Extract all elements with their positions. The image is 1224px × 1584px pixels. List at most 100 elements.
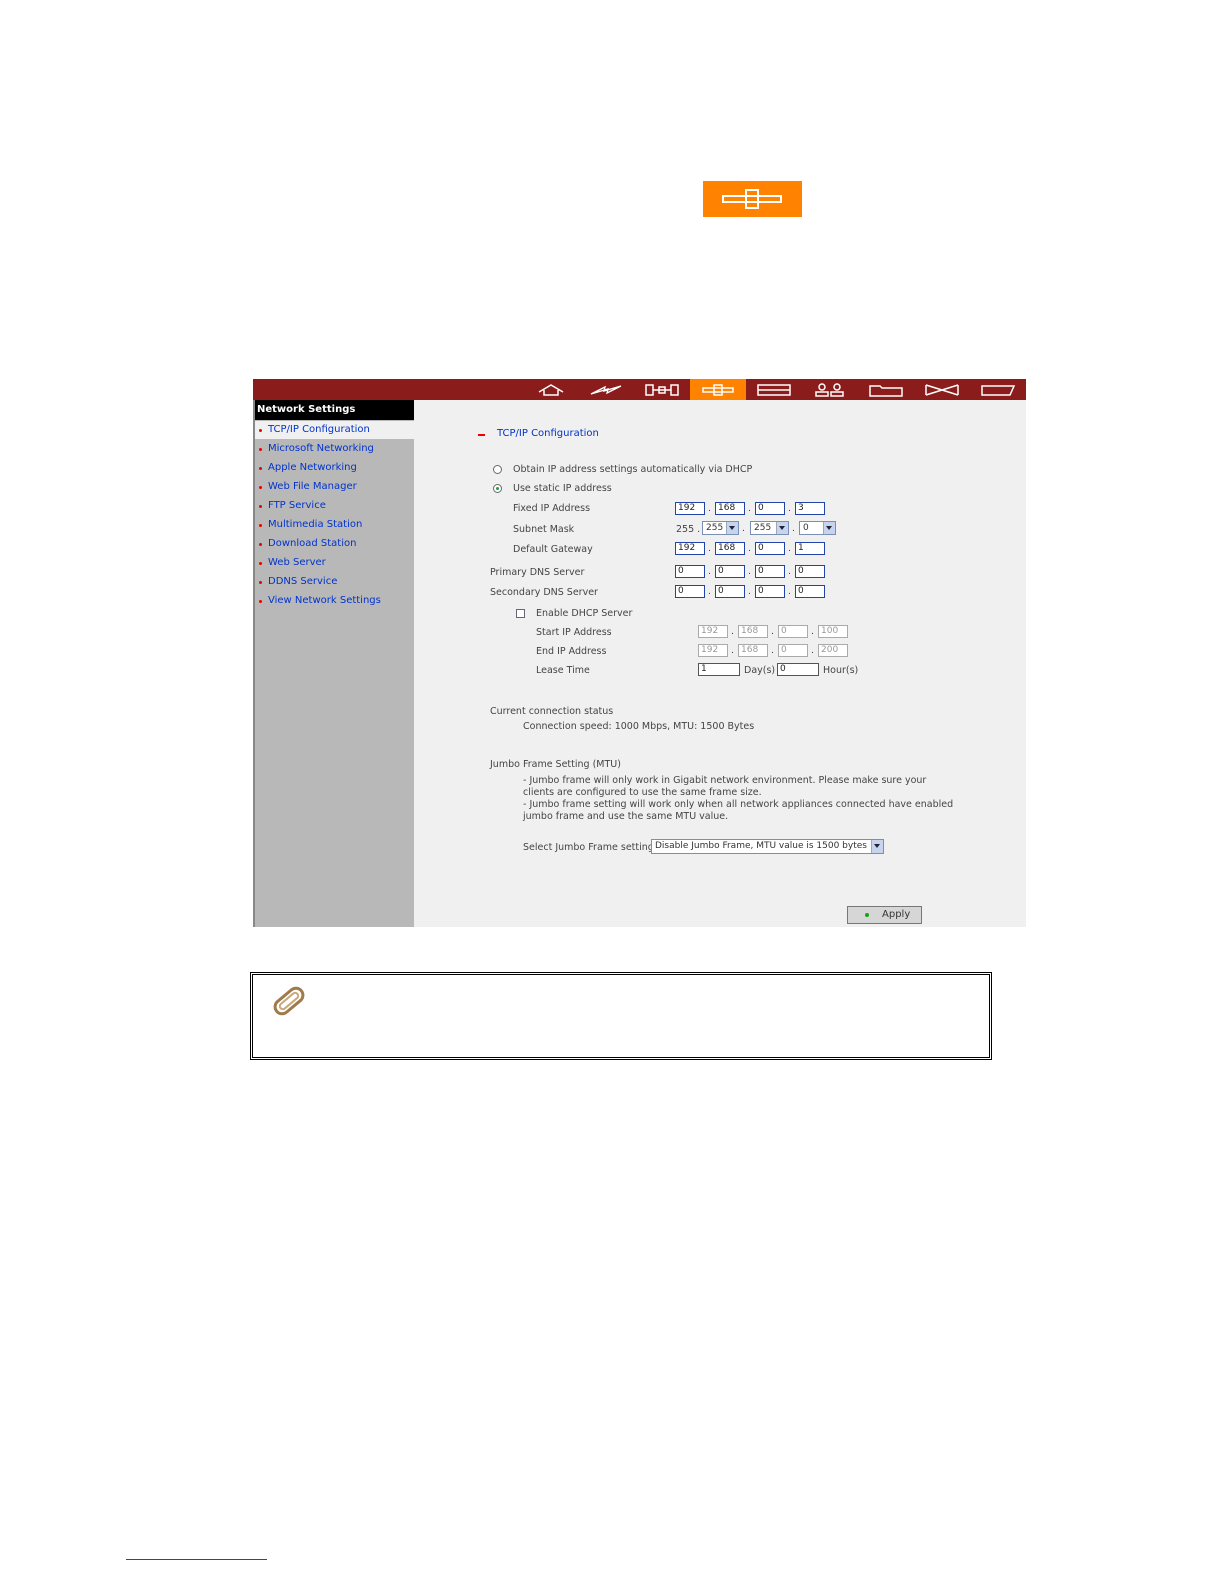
- end-ip-octet-1[interactable]: 192: [698, 644, 728, 657]
- folder-icon[interactable]: [858, 379, 914, 400]
- start-ip-octet-1[interactable]: 192: [698, 625, 728, 638]
- apply-label: Apply: [882, 909, 911, 920]
- chevron-down-icon: [776, 522, 788, 534]
- top-nav-bar: [253, 379, 1026, 400]
- bullet-icon: [259, 600, 262, 603]
- sidebar-item-web-server[interactable]: Web Server: [255, 554, 414, 572]
- lease-time-label: Lease Time: [536, 665, 590, 676]
- ip-separator: .: [788, 544, 791, 554]
- lease-days-input[interactable]: 1: [698, 663, 740, 676]
- sidebar-item-label: Download Station: [268, 538, 357, 549]
- ip-separator: .: [792, 524, 795, 534]
- ip-separator: .: [708, 504, 711, 514]
- dhcp-radio[interactable]: [493, 465, 502, 474]
- gateway-octet-1[interactable]: 192: [675, 542, 705, 555]
- static-ip-radio[interactable]: [493, 484, 502, 493]
- footnote-separator: [126, 1559, 267, 1560]
- primary-dns-octet-1[interactable]: 0: [675, 565, 705, 578]
- secondary-dns-octet-3[interactable]: 0: [755, 585, 785, 598]
- jumbo-note: - Jumbo frame will only work in Gigabit …: [523, 775, 927, 786]
- ip-separator: .: [811, 646, 814, 656]
- bullet-icon: [259, 467, 262, 470]
- ip-separator: .: [771, 627, 774, 637]
- ip-separator: .: [731, 646, 734, 656]
- ip-separator: .: [742, 524, 745, 534]
- sidebar-item-label: Microsoft Networking: [268, 443, 374, 454]
- select-value: 255: [706, 523, 724, 533]
- lightning-icon[interactable]: [578, 379, 634, 400]
- fixed-ip-octet-1[interactable]: 192: [675, 502, 705, 515]
- fixed-ip-octet-2[interactable]: 168: [715, 502, 745, 515]
- bullet-icon: [259, 448, 262, 451]
- secondary-dns-octet-4[interactable]: 0: [795, 585, 825, 598]
- subnet-first-octet: 255 .: [676, 524, 701, 535]
- bullet-icon: [259, 524, 262, 527]
- end-ip-octet-3[interactable]: 0: [778, 644, 808, 657]
- bullet-icon: [259, 562, 262, 565]
- primary-dns-octet-2[interactable]: 0: [715, 565, 745, 578]
- sidebar-item-label: Multimedia Station: [268, 519, 363, 530]
- collapse-icon[interactable]: [478, 434, 485, 436]
- device-icon[interactable]: [746, 379, 802, 400]
- users-icon[interactable]: [802, 379, 858, 400]
- network-icon[interactable]: [690, 379, 746, 400]
- gateway-octet-3[interactable]: 0: [755, 542, 785, 555]
- sidebar-item-apple-networking[interactable]: Apple Networking: [255, 459, 414, 477]
- bullet-icon: [259, 505, 262, 508]
- secondary-dns-label: Secondary DNS Server: [490, 587, 598, 598]
- secondary-dns-octet-1[interactable]: 0: [675, 585, 705, 598]
- sidebar-item-view-network-settings[interactable]: View Network Settings: [255, 592, 414, 610]
- fixed-ip-octet-4[interactable]: 3: [795, 502, 825, 515]
- primary-dns-octet-3[interactable]: 0: [755, 565, 785, 578]
- start-ip-octet-3[interactable]: 0: [778, 625, 808, 638]
- enable-dhcp-checkbox[interactable]: [516, 609, 525, 618]
- ip-separator: .: [748, 587, 751, 597]
- start-ip-octet-4[interactable]: 100: [818, 625, 848, 638]
- sidebar-item-tcpip[interactable]: TCP/IP Configuration: [255, 421, 414, 439]
- tag-icon[interactable]: [970, 379, 1026, 400]
- section-title: TCP/IP Configuration: [497, 428, 599, 439]
- nas-admin-screenshot: Network Settings TCP/IP Configuration Mi…: [253, 379, 1026, 927]
- subnet-octet-2-select[interactable]: 255: [702, 521, 739, 535]
- sidebar-item-multimedia-station[interactable]: Multimedia Station: [255, 516, 414, 534]
- fixed-ip-octet-3[interactable]: 0: [755, 502, 785, 515]
- jumbo-title: Jumbo Frame Setting (MTU): [490, 759, 621, 770]
- ip-separator: .: [708, 567, 711, 577]
- sidebar-item-download-station[interactable]: Download Station: [255, 535, 414, 553]
- chevron-down-icon: [726, 522, 738, 534]
- select-value: 0: [803, 523, 809, 533]
- end-ip-label: End IP Address: [536, 646, 607, 657]
- start-ip-octet-2[interactable]: 168: [738, 625, 768, 638]
- primary-dns-octet-4[interactable]: 0: [795, 565, 825, 578]
- lease-hours-input[interactable]: 0: [777, 663, 819, 676]
- home-icon[interactable]: [523, 379, 579, 400]
- sidebar-item-label: TCP/IP Configuration: [268, 424, 370, 435]
- sidebar-item-microsoft-networking[interactable]: Microsoft Networking: [255, 440, 414, 458]
- end-ip-octet-4[interactable]: 200: [818, 644, 848, 657]
- sidebar-item-label: DDNS Service: [268, 576, 338, 587]
- sidebar-item-web-file-manager[interactable]: Web File Manager: [255, 478, 414, 496]
- sidebar-item-label: Apple Networking: [268, 462, 357, 473]
- select-value: 255: [754, 523, 772, 533]
- sidebar-item-ddns-service[interactable]: DDNS Service: [255, 573, 414, 591]
- ip-separator: .: [708, 544, 711, 554]
- gateway-octet-4[interactable]: 1: [795, 542, 825, 555]
- apply-button[interactable]: Apply: [847, 906, 922, 924]
- jumbo-note: clients are configured to use the same f…: [523, 787, 762, 798]
- disk-icon[interactable]: [634, 379, 690, 400]
- hourglass-icon[interactable]: [914, 379, 970, 400]
- subnet-octet-4-select[interactable]: 0: [799, 521, 836, 535]
- sidebar-item-ftp-service[interactable]: FTP Service: [255, 497, 414, 515]
- subnet-octet-3-select[interactable]: 255: [750, 521, 789, 535]
- bullet-icon: [259, 486, 262, 489]
- jumbo-frame-select[interactable]: Disable Jumbo Frame, MTU value is 1500 b…: [651, 839, 884, 854]
- end-ip-octet-2[interactable]: 168: [738, 644, 768, 657]
- gateway-label: Default Gateway: [513, 544, 593, 555]
- ip-separator: .: [811, 627, 814, 637]
- ip-separator: .: [771, 646, 774, 656]
- bullet-icon: [259, 581, 262, 584]
- secondary-dns-octet-2[interactable]: 0: [715, 585, 745, 598]
- gateway-octet-2[interactable]: 168: [715, 542, 745, 555]
- jumbo-note: jumbo frame and use the same MTU value.: [523, 811, 729, 822]
- sidebar-item-label: Web Server: [268, 557, 326, 568]
